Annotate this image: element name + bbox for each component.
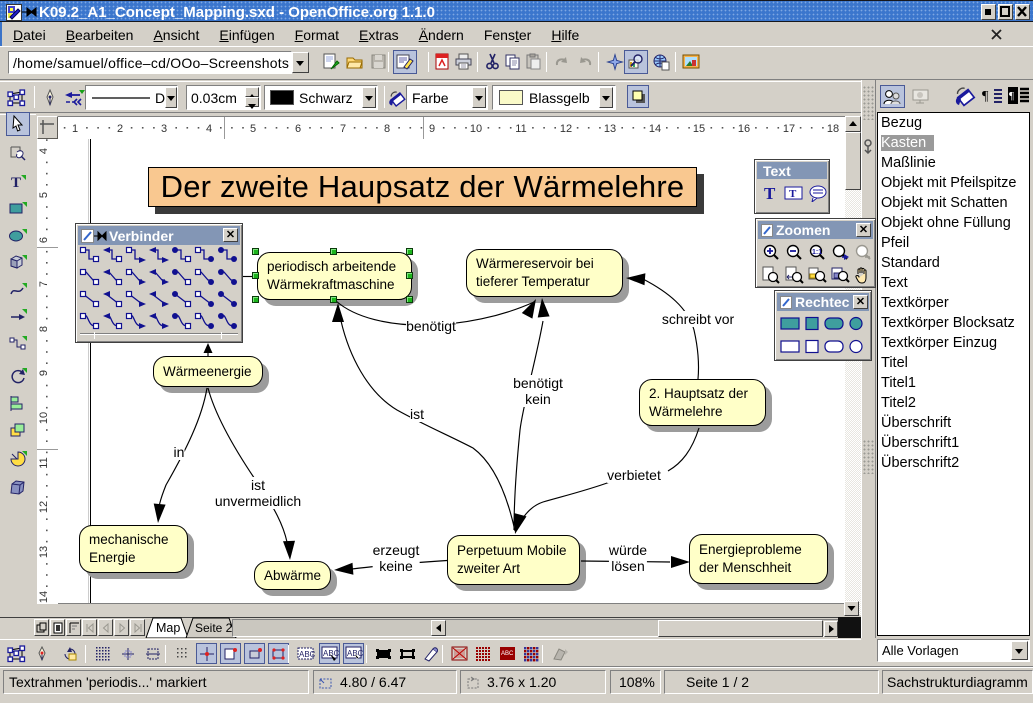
svg-text:7: 7	[340, 123, 346, 135]
svg-text:¶: ¶	[1009, 90, 1014, 102]
svg-text:5: 5	[250, 123, 256, 135]
svg-text:T: T	[764, 184, 776, 202]
svg-text:5: 5	[38, 192, 50, 198]
svg-text:4: 4	[38, 148, 50, 154]
svg-text:1: 1	[72, 123, 78, 135]
svg-text:8: 8	[384, 123, 390, 135]
svg-text:8: 8	[38, 326, 50, 332]
svg-text:15: 15	[693, 123, 705, 135]
svg-text:13: 13	[604, 123, 616, 135]
svg-text:Seite 2: Seite 2	[195, 621, 233, 635]
svg-text:14: 14	[649, 123, 661, 135]
svg-text:10: 10	[38, 412, 50, 424]
svg-text:3: 3	[161, 123, 167, 135]
svg-text:10: 10	[470, 123, 482, 135]
svg-text:11: 11	[515, 123, 526, 135]
svg-text:Map: Map	[156, 621, 180, 635]
svg-text:ABC: ABC	[501, 651, 514, 657]
svg-text:¶: ¶	[982, 89, 989, 104]
svg-text:14: 14	[38, 591, 50, 603]
svg-text:16: 16	[738, 123, 750, 135]
svg-text:13: 13	[38, 546, 50, 558]
svg-text:T: T	[789, 188, 797, 200]
svg-text:ABC: ABC	[347, 649, 363, 658]
svg-text:4: 4	[206, 123, 212, 135]
svg-text:9: 9	[38, 370, 50, 376]
svg-text:12: 12	[560, 123, 572, 135]
svg-text:T: T	[11, 175, 21, 191]
svg-text:2: 2	[117, 123, 123, 135]
svg-text:18: 18	[827, 123, 839, 135]
svg-text:ABC: ABC	[299, 650, 315, 659]
svg-text:1:1: 1:1	[812, 249, 822, 256]
svg-text:ABC: ABC	[323, 649, 339, 658]
svg-text:7: 7	[38, 281, 50, 287]
svg-text:17: 17	[783, 123, 795, 135]
svg-text:6: 6	[38, 237, 50, 243]
svg-text:6: 6	[295, 123, 301, 135]
svg-text:12: 12	[38, 501, 50, 513]
svg-text:9: 9	[429, 123, 435, 135]
svg-text:11: 11	[38, 457, 50, 468]
